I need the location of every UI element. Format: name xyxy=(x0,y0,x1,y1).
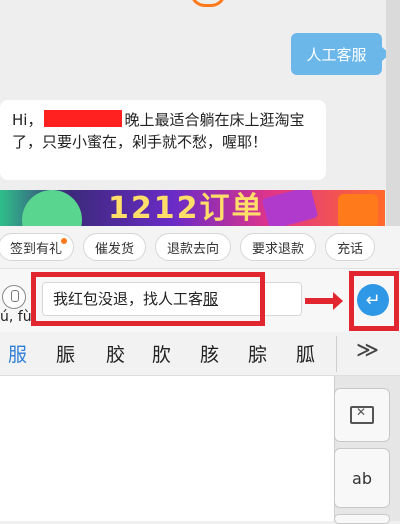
quick-reply-label: 要求退款 xyxy=(252,241,305,257)
ab-key[interactable]: ab xyxy=(334,448,390,508)
quick-reply-label: 催发货 xyxy=(95,241,135,257)
expand-candidates-button[interactable]: ≫ xyxy=(356,338,379,363)
voice-input-icon[interactable] xyxy=(2,285,26,309)
outgoing-message-text: 人工客服 xyxy=(306,45,367,64)
notification-dot xyxy=(61,238,68,244)
redacted-username xyxy=(44,110,123,127)
ime-candidate-bar: 服 脤 胶 肷 胲 腙 胍 ≫ xyxy=(0,332,400,376)
quick-reply-label: 充话 xyxy=(337,241,364,257)
input-row: ú, fù 我红包没退，找人工客服 ↵ xyxy=(0,268,400,332)
chat-area: 人工客服 Hi， 晚上最适合躺在床上逛淘宝了，只要小蜜在，剁手就不愁，喔耶！ 12… xyxy=(0,0,400,226)
quick-reply-label: 签到有礼 xyxy=(10,241,63,257)
backspace-icon xyxy=(350,405,374,424)
outgoing-message-bubble: 人工客服 xyxy=(291,33,390,75)
banner-title: 1212订单 xyxy=(108,191,264,226)
banner-bag-icon xyxy=(261,190,319,226)
arrow-annotation xyxy=(305,292,343,310)
quick-reply-urge-shipping[interactable]: 催发货 xyxy=(83,233,147,261)
quick-reply-bar: 签到有礼 催发货 退款去向 要求退款 充话 xyxy=(0,226,400,268)
banner-mascot-icon xyxy=(22,190,82,226)
highlight-box-send xyxy=(349,271,399,331)
handwriting-pad[interactable] xyxy=(0,376,335,521)
next-key[interactable] xyxy=(334,514,390,524)
quick-reply-topup[interactable]: 充话 xyxy=(325,233,376,261)
banner-cat-icon xyxy=(338,194,378,226)
keyboard: ab xyxy=(0,376,400,524)
quick-reply-refund-status[interactable]: 退款去向 xyxy=(155,233,232,261)
candidate-item[interactable]: 服 xyxy=(8,340,27,367)
bot-message-bubble: Hi， 晚上最适合躺在床上逛淘宝了，只要小蜜在，剁手就不愁，喔耶！ xyxy=(0,100,326,180)
candidate-item[interactable]: 脤 xyxy=(56,340,75,367)
candidate-item[interactable]: 胲 xyxy=(200,340,219,367)
highlight-box-input xyxy=(31,272,265,326)
candidate-item[interactable]: 腙 xyxy=(248,340,267,367)
promo-banner[interactable]: 1212订单 xyxy=(0,190,385,226)
candidate-item[interactable]: 胶 xyxy=(106,340,125,367)
avatar-arc xyxy=(190,0,226,7)
pinyin-composition: ú, fù xyxy=(0,309,32,325)
divider xyxy=(336,336,337,372)
ab-key-label: ab xyxy=(352,468,372,488)
backspace-key[interactable] xyxy=(334,388,390,442)
quick-reply-checkin[interactable]: 签到有礼 xyxy=(0,233,75,261)
candidate-item[interactable]: 胍 xyxy=(296,340,315,367)
candidate-item[interactable]: 肷 xyxy=(152,340,171,367)
quick-reply-label: 退款去向 xyxy=(167,241,220,257)
quick-reply-request-refund[interactable]: 要求退款 xyxy=(240,233,317,261)
scroll-edge xyxy=(386,0,400,226)
bot-greeting: Hi， xyxy=(12,111,43,129)
